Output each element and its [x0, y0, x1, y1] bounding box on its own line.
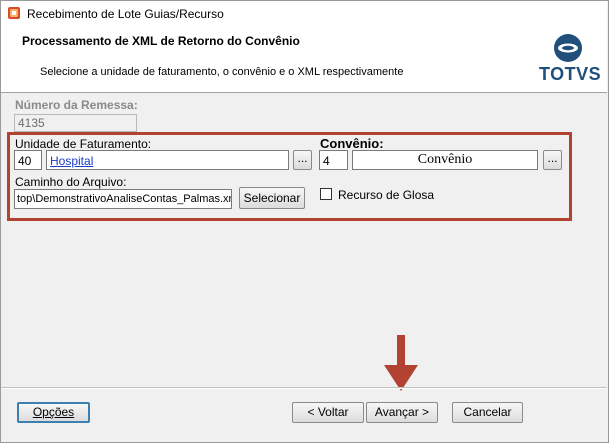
selecionar-button[interactable]: Selecionar — [239, 187, 305, 209]
convenio-name-field[interactable]: Convênio — [352, 150, 538, 170]
window-title: Recebimento de Lote Guias/Recurso — [27, 7, 224, 21]
totvs-logo-icon — [554, 34, 582, 62]
convenio-lookup-button[interactable]: ... — [543, 150, 562, 170]
avancar-button[interactable]: Avançar > — [366, 402, 438, 423]
totvs-logo-text: TOTVS — [539, 64, 602, 84]
recurso-checkbox[interactable] — [320, 188, 332, 200]
unidade-label: Unidade de Faturamento: — [15, 137, 152, 151]
page-title: Processamento de XML de Retorno do Convê… — [22, 34, 300, 48]
opcoes-button[interactable]: Opções — [17, 402, 90, 423]
unidade-lookup-button[interactable]: ... — [293, 150, 312, 170]
remessa-field: 4135 — [14, 114, 137, 132]
page-subtitle: Selecione a unidade de faturamento, o co… — [40, 66, 404, 78]
voltar-button[interactable]: < Voltar — [292, 402, 364, 423]
app-icon — [8, 7, 20, 19]
cancelar-button[interactable]: Cancelar — [452, 402, 523, 423]
remessa-label: Número da Remessa: — [15, 98, 138, 112]
unidade-name-field[interactable]: Hospital — [46, 150, 289, 170]
convenio-code-input[interactable]: 4 — [319, 150, 348, 170]
caminho-input[interactable]: top\DemonstrativoAnaliseContas_Palmas.xm… — [14, 189, 232, 209]
arrow-down-icon — [384, 335, 418, 391]
convenio-label: Convênio: — [320, 136, 384, 151]
unidade-code-input[interactable]: 40 — [14, 150, 42, 170]
caminho-label: Caminho do Arquivo: — [15, 175, 127, 189]
unidade-name-link[interactable]: Hospital — [50, 154, 93, 168]
footer-divider-highlight — [1, 388, 607, 389]
recurso-label: Recurso de Glosa — [338, 188, 435, 202]
